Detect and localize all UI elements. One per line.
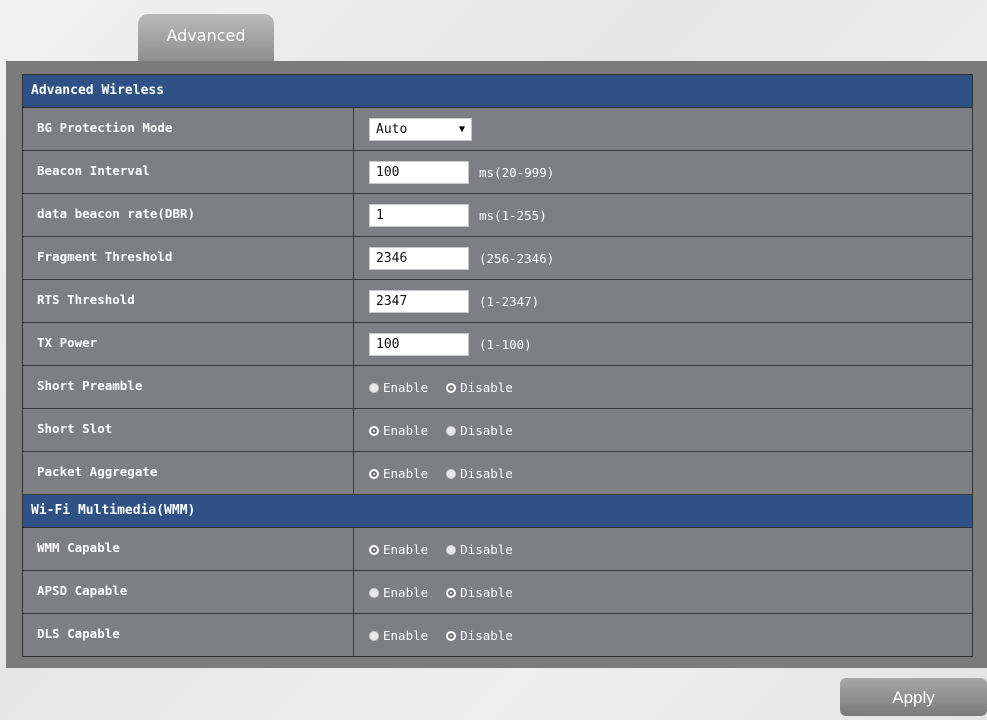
row-bg-protection-mode: BG Protection Mode Auto ▼ (23, 108, 972, 151)
enable-label: Enable (383, 584, 429, 600)
short-slot-enable-option[interactable]: Enable (369, 423, 428, 438)
wmm-capable-disable-option[interactable]: Disable (446, 542, 513, 557)
disable-label: Disable (460, 465, 513, 481)
radio-button[interactable] (446, 469, 457, 479)
rts-threshold-label: RTS Threshold (23, 280, 354, 322)
row-packet-aggregate: Packet Aggregate Enable Disable (23, 452, 972, 495)
radio-button[interactable] (446, 426, 457, 436)
radio-button[interactable] (369, 469, 379, 479)
row-dls-capable: DLS Capable Enable Disable (23, 614, 972, 656)
radio-button[interactable] (369, 545, 379, 555)
apsd-capable-disable-option[interactable]: Disable (446, 585, 513, 600)
packet-aggregate-radio-group: Enable Disable (369, 466, 531, 481)
short-slot-label: Short Slot (23, 409, 354, 451)
tab-advanced[interactable]: Advanced (138, 14, 274, 62)
wmm-capable-radio-group: Enable Disable (369, 542, 531, 557)
dls-capable-enable-option[interactable]: Enable (369, 628, 428, 643)
enable-label: Enable (383, 541, 429, 557)
short-preamble-radio-group: Enable Disable (369, 380, 531, 395)
enable-label: Enable (383, 379, 429, 395)
apply-button[interactable]: Apply (840, 678, 987, 716)
packet-aggregate-disable-option[interactable]: Disable (446, 466, 513, 481)
data-beacon-rate-input[interactable]: 1 (369, 203, 469, 227)
section-header-advanced-wireless: Advanced Wireless (23, 75, 972, 108)
rts-threshold-hint: (1-2347) (479, 293, 540, 309)
disable-label: Disable (460, 541, 513, 557)
bg-protection-mode-select[interactable]: Auto ▼ (369, 117, 472, 141)
tx-power-label: TX Power (23, 323, 354, 365)
disable-label: Disable (460, 379, 513, 395)
short-preamble-label: Short Preamble (23, 366, 354, 408)
radio-button[interactable] (369, 631, 379, 641)
short-slot-disable-option[interactable]: Disable (446, 423, 513, 438)
row-wmm-capable: WMM Capable Enable Disable (23, 528, 972, 571)
apsd-capable-label: APSD Capable (23, 571, 354, 613)
settings-panel: Advanced Wireless BG Protection Mode Aut… (6, 61, 987, 668)
row-fragment-threshold: Fragment Threshold 2346 (256-2346) (23, 237, 972, 280)
enable-label: Enable (383, 465, 429, 481)
radio-button[interactable] (369, 383, 379, 393)
radio-button[interactable] (446, 545, 457, 555)
beacon-interval-hint: ms(20-999) (479, 164, 555, 180)
short-preamble-enable-option[interactable]: Enable (369, 380, 428, 395)
radio-button[interactable] (446, 588, 457, 598)
fragment-threshold-hint: (256-2346) (479, 250, 555, 266)
radio-button[interactable] (446, 383, 457, 393)
row-tx-power: TX Power 100 (1-100) (23, 323, 972, 366)
dropdown-arrow-icon: ▼ (458, 123, 465, 135)
row-short-preamble: Short Preamble Enable Disable (23, 366, 972, 409)
bg-protection-mode-value: Auto (376, 121, 408, 137)
packet-aggregate-label: Packet Aggregate (23, 452, 354, 494)
short-slot-radio-group: Enable Disable (369, 423, 531, 438)
dls-capable-label: DLS Capable (23, 614, 354, 656)
data-beacon-rate-label: data beacon rate(DBR) (23, 194, 354, 236)
rts-threshold-input[interactable]: 2347 (369, 289, 469, 313)
bg-protection-mode-label: BG Protection Mode (23, 108, 354, 150)
beacon-interval-label: Beacon Interval (23, 151, 354, 193)
wmm-capable-enable-option[interactable]: Enable (369, 542, 428, 557)
row-data-beacon-rate: data beacon rate(DBR) 1 ms(1-255) (23, 194, 972, 237)
fragment-threshold-input[interactable]: 2346 (369, 246, 469, 270)
section-header-wmm: Wi-Fi Multimedia(WMM) (23, 495, 972, 528)
row-short-slot: Short Slot Enable Disable (23, 409, 972, 452)
dls-capable-radio-group: Enable Disable (369, 628, 531, 643)
data-beacon-rate-hint: ms(1-255) (479, 207, 547, 223)
row-apsd-capable: APSD Capable Enable Disable (23, 571, 972, 614)
settings-table: Advanced Wireless BG Protection Mode Aut… (22, 74, 973, 657)
tx-power-hint: (1-100) (479, 336, 532, 352)
apsd-capable-enable-option[interactable]: Enable (369, 585, 428, 600)
enable-label: Enable (383, 422, 429, 438)
dls-capable-disable-option[interactable]: Disable (446, 628, 513, 643)
short-preamble-disable-option[interactable]: Disable (446, 380, 513, 395)
enable-label: Enable (383, 627, 429, 643)
wmm-capable-label: WMM Capable (23, 528, 354, 570)
row-beacon-interval: Beacon Interval 100 ms(20-999) (23, 151, 972, 194)
radio-button[interactable] (446, 631, 457, 641)
disable-label: Disable (460, 584, 513, 600)
fragment-threshold-label: Fragment Threshold (23, 237, 354, 279)
tx-power-input[interactable]: 100 (369, 332, 469, 356)
beacon-interval-input[interactable]: 100 (369, 160, 469, 184)
apsd-capable-radio-group: Enable Disable (369, 585, 531, 600)
disable-label: Disable (460, 627, 513, 643)
radio-button[interactable] (369, 426, 379, 436)
row-rts-threshold: RTS Threshold 2347 (1-2347) (23, 280, 972, 323)
packet-aggregate-enable-option[interactable]: Enable (369, 466, 428, 481)
disable-label: Disable (460, 422, 513, 438)
radio-button[interactable] (369, 588, 379, 598)
